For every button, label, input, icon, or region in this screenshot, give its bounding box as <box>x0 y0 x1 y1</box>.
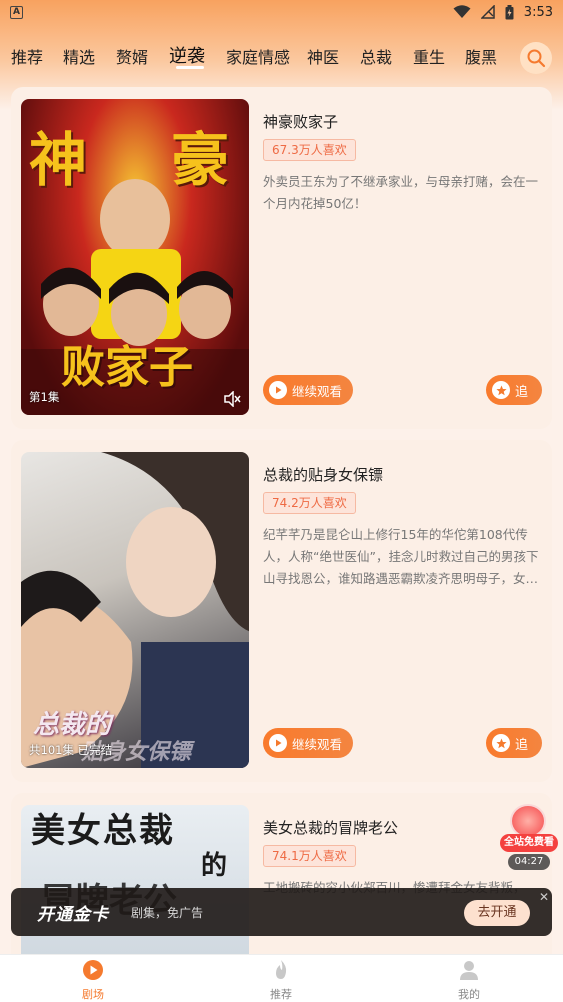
episode-caption: 共101集 已完结 <box>29 743 113 757</box>
drama-title[interactable]: 总裁的贴身女保镖 <box>263 464 383 485</box>
free-watch-label: 全站免费看 <box>500 834 558 852</box>
continue-label: 继续观看 <box>292 736 343 752</box>
vip-logo: 开通金卡 <box>37 905 109 925</box>
star-icon <box>492 734 510 752</box>
flame-icon <box>276 960 287 979</box>
drama-description: 外卖员王东为了不继承家业，与母亲打赌，会在一个月内花掉50亿！ <box>263 174 539 211</box>
play-icon <box>269 381 287 399</box>
app-notification-icon: A <box>10 5 23 19</box>
follow-button[interactable]: 追 <box>486 728 542 758</box>
category-tab-bar: 推荐 精选 赘婿 逆袭 家庭情感 神医 总裁 重生 腹黑 <box>0 38 563 74</box>
battery-icon <box>505 4 514 19</box>
free-watch-widget[interactable]: 全站免费看 04:27 <box>500 804 558 870</box>
tab-chongsheng[interactable]: 重生 <box>413 44 445 68</box>
search-icon <box>527 49 546 68</box>
poster-image[interactable]: 神 豪 败家子 第1集 <box>21 99 249 415</box>
tab-shenyi[interactable]: 神医 <box>307 44 339 68</box>
follow-label: 追 <box>515 384 529 400</box>
active-tab-indicator <box>176 66 204 69</box>
no-signal-icon <box>480 5 495 19</box>
wifi-icon <box>453 5 471 18</box>
tab-jingxuan[interactable]: 精选 <box>63 44 95 68</box>
drama-card[interactable]: 总裁的 贴身女保镖 共101集 已完结 总裁的贴身女保镖 74.2万人喜欢 纪芊… <box>11 440 552 782</box>
nav-recommend[interactable]: 推荐 <box>241 959 321 1002</box>
nav-label: 我的 <box>458 988 480 1001</box>
status-bar: A 3:53 <box>0 0 563 24</box>
tab-tuijian[interactable]: 推荐 <box>11 44 43 68</box>
clock: 3:53 <box>523 4 553 20</box>
poster-image[interactable]: 总裁的 贴身女保镖 共101集 已完结 <box>21 452 249 768</box>
star-icon <box>492 381 510 399</box>
likes-badge: 74.1万人喜欢 <box>263 845 356 867</box>
continue-watching-button[interactable]: 继续观看 <box>263 375 353 405</box>
bottom-navigation: 剧场 推荐 我的 <box>0 954 563 1002</box>
follow-button[interactable]: 追 <box>486 375 542 405</box>
play-icon <box>269 734 287 752</box>
search-button[interactable] <box>520 42 552 74</box>
episode-caption: 第1集 <box>29 390 60 404</box>
nav-theater[interactable]: 剧场 <box>53 959 133 1002</box>
drama-card[interactable]: 神 豪 败家子 第1集 神豪败家子 67.3万人喜欢 外卖员王东为了不继承家业，… <box>11 87 552 429</box>
nav-mine[interactable]: 我的 <box>429 959 509 1002</box>
user-icon <box>460 961 478 980</box>
nav-label: 剧场 <box>82 988 104 1001</box>
nav-label: 推荐 <box>270 988 292 1001</box>
close-icon[interactable]: ✕ <box>537 890 551 904</box>
alarm-clock-icon <box>510 804 546 838</box>
likes-badge: 67.3万人喜欢 <box>263 139 356 161</box>
free-watch-timer: 04:27 <box>508 854 550 870</box>
play-circle-icon <box>83 960 103 980</box>
drama-description: 纪芊芊乃是昆仑山上修行15年的华佗第108代传人，人称“绝世医仙”，挂念儿时救过… <box>263 527 539 586</box>
tab-nixi[interactable]: 逆袭 <box>169 42 205 68</box>
drama-title[interactable]: 美女总裁的冒牌老公 <box>263 817 398 838</box>
tab-fuhei[interactable]: 腹黑 <box>465 44 497 68</box>
vip-promo-banner[interactable]: 开通金卡 剧集，免广告 去开通 ✕ <box>11 888 552 936</box>
tab-zhuixu[interactable]: 赘婿 <box>116 44 148 68</box>
continue-watching-button[interactable]: 继续观看 <box>263 728 353 758</box>
drama-card[interactable]: 美女总裁 的 冒牌老公 美女总裁的冒牌老公 74.1万人喜欢 工地搬砖的穷小伙郑… <box>11 793 552 973</box>
vip-subtitle: 剧集，免广告 <box>131 906 204 920</box>
likes-badge: 74.2万人喜欢 <box>263 492 356 514</box>
drama-title[interactable]: 神豪败家子 <box>263 111 338 132</box>
tab-zongcai[interactable]: 总裁 <box>360 44 392 68</box>
open-vip-button[interactable]: 去开通 <box>464 900 530 926</box>
continue-label: 继续观看 <box>292 383 343 399</box>
mute-icon[interactable] <box>223 391 241 407</box>
tab-family[interactable]: 家庭情感 <box>226 44 290 68</box>
follow-label: 追 <box>515 737 529 753</box>
